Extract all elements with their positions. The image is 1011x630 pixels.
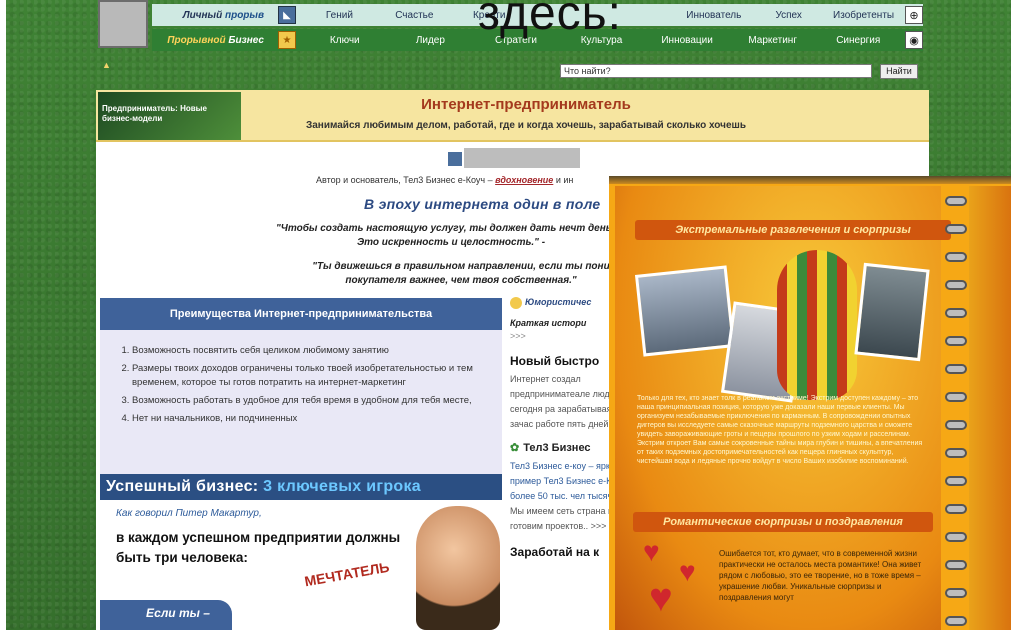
person-photo xyxy=(416,506,500,630)
photo-mountain xyxy=(634,265,736,357)
binding-ring xyxy=(945,476,967,486)
banner-subtitle: Занимайся любимым делом, работай, где и … xyxy=(305,120,747,131)
list-item: Размеры твоих доходов ограничены только … xyxy=(132,362,502,390)
search-button[interactable]: Найти xyxy=(880,64,918,79)
author-line: Автор и основатель, Тел3 Бизнес е-Коуч –… xyxy=(316,175,574,185)
binding-ring xyxy=(945,588,967,598)
advantages-heading: Преимущества Интернет-предпринимательств… xyxy=(100,298,502,330)
nav-item-inventors[interactable]: Изобретенты xyxy=(826,10,901,21)
brochure-edge xyxy=(609,176,1011,184)
pin-icon: ▲ xyxy=(102,60,111,70)
binding-ring xyxy=(945,364,967,374)
quote-2: "Ты движешься в правильном направлении, … xyxy=(312,261,610,286)
humor-link[interactable]: Юмористичес xyxy=(510,296,620,309)
right-column: Юмористичес Краткая истори >>> Новый быс… xyxy=(510,296,620,630)
star-icon[interactable]: ★ xyxy=(278,31,296,49)
history-link[interactable]: Краткая истори xyxy=(510,317,620,330)
success-heading: Успешный бизнес: 3 ключевых игрока xyxy=(100,474,502,500)
globe-icon[interactable]: ⊕ xyxy=(905,6,923,24)
promo-banner[interactable]: Как говорил Питер Макартур, в каждом усп… xyxy=(100,500,502,630)
site-avatar xyxy=(98,0,148,48)
ten3-title[interactable]: ✿ Тел3 Бизнес xyxy=(510,442,620,455)
banner-image[interactable]: Предприниматель: Новые бизнес-модели xyxy=(98,92,241,140)
heart-icon: ♥ xyxy=(649,576,673,620)
ten3-text-2: Мы имеем сеть страна и готовим проектов.… xyxy=(510,506,614,531)
screenshot-stage: Личный прорыв ◣ Гений Счастье Креати Инн… xyxy=(0,0,1011,630)
brochure-photo: Экстремальные развлечения и сюрпризы Тол… xyxy=(609,176,1011,630)
banner-title: Интернет-предприниматель xyxy=(421,96,631,113)
binding-ring xyxy=(945,532,967,542)
brochure-text-2: Ошибается тот, кто думает, что в совреме… xyxy=(719,549,922,602)
nav-item-happiness[interactable]: Счастье xyxy=(377,10,452,21)
binding-ring xyxy=(945,560,967,570)
nav-item-marketing[interactable]: Маркетинг xyxy=(730,35,816,46)
nav-item-innovation[interactable]: Инновации xyxy=(644,35,730,46)
binding-ring xyxy=(945,448,967,458)
nav-lead-personal[interactable]: Личный прорыв xyxy=(152,10,272,21)
binding-ring xyxy=(945,280,967,290)
quote-1: "Чтобы создать настоящую услугу, ты долж… xyxy=(276,223,626,248)
header-banner: Предприниматель: Новые бизнес-модели Инт… xyxy=(96,90,929,142)
binding-ring xyxy=(945,196,967,206)
nav-item-success[interactable]: Успех xyxy=(751,10,826,21)
brochure-right-page xyxy=(969,186,1011,630)
earn-title[interactable]: Заработай на к xyxy=(510,546,620,559)
new-section-text: Интернет создал предприниматеале людей с… xyxy=(510,374,620,429)
binding-ring xyxy=(945,392,967,402)
nav-item-leader[interactable]: Лидер xyxy=(388,35,474,46)
promo-quote-intro: Как говорил Питер Макартур, xyxy=(116,508,262,519)
logo-icon-small xyxy=(448,152,462,166)
inspiration-link[interactable]: вдохновение xyxy=(495,175,553,185)
nav-item-innovator[interactable]: Иннователь xyxy=(676,10,751,21)
brochure-ribbon-romantic: Романтические сюрпризы и поздравления xyxy=(633,512,933,532)
advantages-list: Возможность посвятить себя целиком любим… xyxy=(120,344,502,426)
list-item: Возможность посвятить себя целиком любим… xyxy=(132,344,502,358)
search-input[interactable]: Что найти? xyxy=(560,64,872,78)
promo-blue-tab: Если ты – xyxy=(100,600,232,630)
leaf-icon: ✿ xyxy=(510,442,520,454)
new-section-title[interactable]: Новый быстро xyxy=(510,355,620,368)
soccer-ball-icon[interactable]: ◉ xyxy=(905,31,924,49)
epoch-heading: В эпоху интернета один в поле xyxy=(364,196,601,212)
brochure-text-1: Только для тех, кто знает толк в реально… xyxy=(637,395,923,465)
nav-item-synergy[interactable]: Синергия xyxy=(815,35,901,46)
heart-icon: ♥ xyxy=(643,536,660,567)
nav-lead-business[interactable]: Прорывной Бизнес xyxy=(152,35,272,46)
smiley-icon xyxy=(510,296,522,309)
spiral-binding xyxy=(945,196,967,630)
overlay-title: здесь: xyxy=(478,0,622,40)
logo-icon[interactable]: ◣ xyxy=(278,6,296,24)
brochure-ribbon-extreme: Экстремальные развлечения и сюрпризы xyxy=(635,220,951,240)
redacted-name xyxy=(464,148,580,168)
list-item: Возможность работать в удобное для тебя … xyxy=(132,394,502,408)
heart-icon: ♥ xyxy=(679,556,696,587)
nav-item-keys[interactable]: Ключи xyxy=(302,35,388,46)
binding-ring xyxy=(945,336,967,346)
binding-ring xyxy=(945,224,967,234)
binding-ring xyxy=(945,504,967,514)
binding-ring xyxy=(945,420,967,430)
binding-ring xyxy=(945,252,967,262)
binding-ring xyxy=(945,616,967,626)
advantages-box: Преимущества Интернет-предпринимательств… xyxy=(100,298,502,476)
photo-cave xyxy=(854,262,930,362)
binding-ring xyxy=(945,308,967,318)
more-link[interactable]: >>> xyxy=(510,330,620,343)
list-item: Нет ни начальников, ни подчиненных xyxy=(132,412,502,426)
ten3-text: Тел3 Бизнес е-коу – яркий пример Тел3 Би… xyxy=(510,461,620,501)
hot-air-balloon xyxy=(777,250,857,400)
nav-item-genius[interactable]: Гений xyxy=(302,10,377,21)
